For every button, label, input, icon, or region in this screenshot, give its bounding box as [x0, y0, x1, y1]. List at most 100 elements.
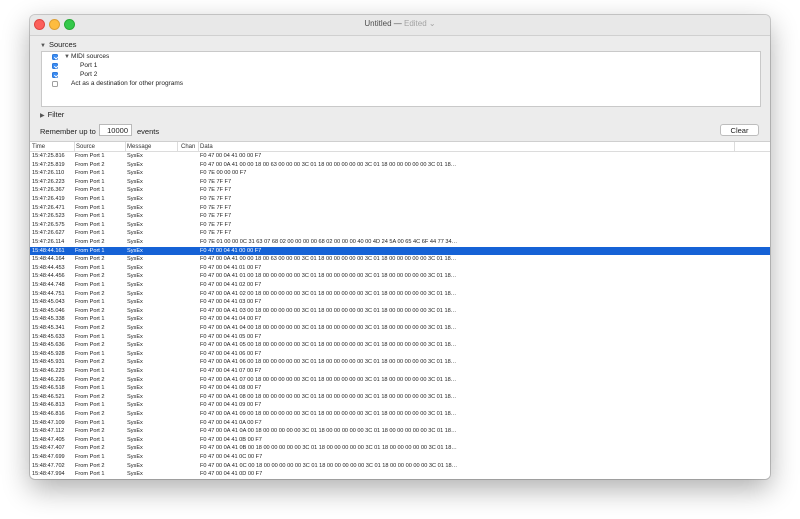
- source-cell: From Port 2: [75, 411, 105, 417]
- column-header-source[interactable]: Source: [76, 143, 95, 151]
- data-cell: F0 7E 01 00 00 0C 31 63 07 68 02 00 00 0…: [200, 239, 458, 245]
- title-bar[interactable]: Untitled — Edited ⌄: [30, 15, 770, 36]
- message-cell: SysEx: [127, 428, 143, 435]
- table-row[interactable]: 15:48:47.699 From Port 1 SysEx F0 47 00 04 …: [30, 453, 770, 462]
- data-cell: F0 47 00 0A 41 05 00 18 00 00 00 00 00 3…: [200, 342, 457, 349]
- source-cell: From Port 2: [75, 256, 105, 263]
- source-cell: From Port 1: [75, 299, 105, 306]
- table-row[interactable]: 15:48:47.702 From Port 2 SysEx F0 47 00 0A …: [30, 462, 770, 471]
- message-cell: SysEx: [127, 393, 143, 400]
- data-cell: F0 47 00 04 41 08 00 F7: [200, 385, 262, 392]
- port-2-checkbox[interactable]: [52, 72, 58, 78]
- table-row[interactable]: 15:48:44.748 From Port 1 SysEx F0 47 00 04 …: [30, 281, 770, 290]
- table-row[interactable]: 15:48:44.453 From Port 1 SysEx F0 47 00 04 …: [30, 264, 770, 273]
- table-row[interactable]: 15:47:26.471 From Port 1 SysEx F0 7E 7F F7: [30, 204, 770, 213]
- title-chevron-icon[interactable]: ⌄: [429, 19, 436, 28]
- table-row[interactable]: 15:48:45.043 From Port 1 SysEx F0 47 00 04 …: [30, 298, 770, 307]
- table-row[interactable]: 15:48:46.518 From Port 1 SysEx F0 47 00 04 …: [30, 384, 770, 393]
- source-cell: From Port 2: [75, 273, 105, 280]
- message-cell: SysEx: [127, 153, 143, 159]
- source-cell: From Port 2: [75, 342, 105, 349]
- table-row[interactable]: 15:48:47.109 From Port 1 SysEx F0 47 00 04 …: [30, 419, 770, 428]
- table-row[interactable]: 15:47:26.223 From Port 1 SysEx F0 7E 7F F7: [30, 178, 770, 187]
- midi-sources-checkbox[interactable]: [52, 54, 58, 60]
- message-cell: SysEx: [127, 342, 143, 349]
- sources-list: ▼MIDI sources Port 1 Port 2 Act as a des…: [41, 51, 761, 107]
- table-row[interactable]: 15:48:45.636 From Port 2 SysEx F0 47 00 0A …: [30, 341, 770, 350]
- time-cell: 15:47:26.523: [32, 213, 65, 220]
- midi-sources-row: ▼MIDI sources: [64, 52, 109, 61]
- column-header-message[interactable]: Message: [127, 143, 151, 151]
- table-row[interactable]: 15:47:26.627 From Port 1 SysEx F0 7E 7F F7: [30, 229, 770, 238]
- data-cell: F0 47 00 04 41 0C 00 F7: [200, 454, 263, 460]
- table-row[interactable]: 15:48:45.338 From Port 1 SysEx F0 47 00 04 …: [30, 315, 770, 324]
- message-cell: SysEx: [127, 436, 143, 443]
- source-cell: From Port 1: [75, 230, 105, 237]
- table-row[interactable]: 15:48:47.407 From Port 2 SysEx F0 47 00 0A …: [30, 444, 770, 453]
- destination-checkbox[interactable]: [52, 81, 58, 87]
- source-cell: From Port 2: [75, 161, 105, 168]
- table-row[interactable]: 15:48:47.405 From Port 1 SysEx F0 47 00 04 …: [30, 436, 770, 445]
- filter-label: Filter: [47, 110, 65, 119]
- clear-button[interactable]: Clear: [720, 124, 759, 136]
- table-row[interactable]: 15:47:25.819 From Port 2 SysEx F0 47 00 0A …: [30, 161, 770, 170]
- column-divider[interactable]: [734, 142, 735, 151]
- sources-disclosure[interactable]: ▼ Sources: [40, 40, 76, 49]
- column-divider[interactable]: [177, 142, 178, 151]
- table-row[interactable]: 15:48:46.521 From Port 2 SysEx F0 47 00 0A …: [30, 393, 770, 402]
- table-row-selected[interactable]: 15:48:44.161 From Port 1 SysEx F0 47 00 04 …: [30, 246, 770, 256]
- source-cell: From Port 1: [75, 196, 105, 202]
- table-row[interactable]: 15:47:26.110 From Port 1 SysEx F0 7E 00 00 …: [30, 169, 770, 178]
- column-divider[interactable]: [198, 142, 199, 151]
- midi-disclosure-icon[interactable]: ▼: [64, 53, 70, 62]
- table-row[interactable]: 15:47:25.816 From Port 1 SysEx F0 47 00 04 …: [30, 152, 770, 161]
- table-row[interactable]: 15:48:44.456 From Port 2 SysEx F0 47 00 0A …: [30, 272, 770, 281]
- table-row[interactable]: 15:48:47.112 From Port 2 SysEx F0 47 00 0A …: [30, 427, 770, 436]
- event-limit-input[interactable]: 10000: [99, 124, 132, 136]
- table-row[interactable]: 15:47:26.367 From Port 1 SysEx F0 7E 7F F7: [30, 186, 770, 195]
- disclosure-expanded-icon[interactable]: ▼: [40, 43, 46, 49]
- time-cell: 15:48:47.994: [32, 471, 65, 478]
- data-cell: F0 7E 7F F7: [200, 230, 232, 237]
- filter-disclosure[interactable]: ▶ Filter: [40, 110, 64, 119]
- time-cell: 15:47:26.367: [32, 187, 65, 194]
- column-header-channel[interactable]: Chan: [181, 143, 195, 151]
- source-cell: From Port 1: [75, 204, 105, 211]
- table-row[interactable]: 15:48:44.751 From Port 2 SysEx F0 47 00 0A …: [30, 290, 770, 299]
- source-cell: From Port 1: [75, 178, 105, 185]
- table-row[interactable]: 15:48:45.633 From Port 1 SysEx F0 47 00 04 …: [30, 333, 770, 342]
- table-row[interactable]: 15:47:26.114 From Port 2 SysEx F0 7E 01 00 …: [30, 238, 770, 247]
- table-row[interactable]: 15:48:46.816 From Port 2 SysEx F0 47 00 0A …: [30, 410, 770, 419]
- data-cell: F0 47 00 0A 41 0B 00 18 00 00 00 00 00 3…: [200, 445, 457, 452]
- column-divider[interactable]: [74, 142, 75, 151]
- table-row[interactable]: 15:48:46.226 From Port 2 SysEx F0 47 00 0A …: [30, 376, 770, 385]
- message-cell: SysEx: [127, 359, 143, 366]
- disclosure-collapsed-icon[interactable]: ▶: [40, 112, 45, 119]
- table-row[interactable]: 15:47:26.523 From Port 1 SysEx F0 7E 7F F7: [30, 212, 770, 221]
- data-cell: F0 7E 7F F7: [200, 204, 232, 211]
- message-cell: SysEx: [127, 385, 143, 392]
- table-row[interactable]: 15:48:45.931 From Port 2 SysEx F0 47 00 0A …: [30, 358, 770, 367]
- table-row[interactable]: 15:48:47.994 From Port 1 SysEx F0 47 00 04 …: [30, 470, 770, 479]
- table-row[interactable]: 15:48:45.928 From Port 1 SysEx F0 47 00 04 …: [30, 350, 770, 359]
- column-header-data[interactable]: Data: [200, 143, 213, 151]
- table-row[interactable]: 15:48:45.046 From Port 2 SysEx F0 47 00 0A …: [30, 307, 770, 316]
- midi-sources-label: MIDI sources: [70, 53, 110, 60]
- time-cell: 15:48:45.928: [32, 350, 65, 357]
- table-row[interactable]: 15:47:26.419 From Port 1 SysEx F0 7E 7F F7: [30, 195, 770, 204]
- table-row[interactable]: 15:47:26.575 From Port 1 SysEx F0 7E 7F F7: [30, 221, 770, 230]
- table-row[interactable]: 15:48:45.341 From Port 2 SysEx F0 47 00 0A …: [30, 324, 770, 333]
- table-row[interactable]: 15:48:46.223 From Port 1 SysEx F0 47 00 04 …: [30, 367, 770, 376]
- source-cell: From Port 1: [75, 436, 105, 443]
- time-cell: 15:48:47.405: [32, 436, 65, 443]
- events-table[interactable]: Time Source Message Chan Data 15:47:25.8…: [30, 141, 770, 479]
- time-cell: 15:48:45.931: [32, 359, 65, 366]
- time-cell: 15:47:26.471: [32, 204, 65, 211]
- column-header-time[interactable]: Time: [32, 143, 45, 151]
- app-window: Untitled — Edited ⌄ ▼ Sources ▼MIDI sourc…: [30, 15, 770, 479]
- column-divider[interactable]: [125, 142, 126, 151]
- table-row[interactable]: 15:48:44.164 From Port 2 SysEx F0 47 00 0A …: [30, 255, 770, 264]
- port-1-checkbox[interactable]: [52, 63, 58, 69]
- source-cell: From Port 1: [75, 170, 105, 177]
- table-row[interactable]: 15:48:46.813 From Port 1 SysEx F0 47 00 04 …: [30, 401, 770, 410]
